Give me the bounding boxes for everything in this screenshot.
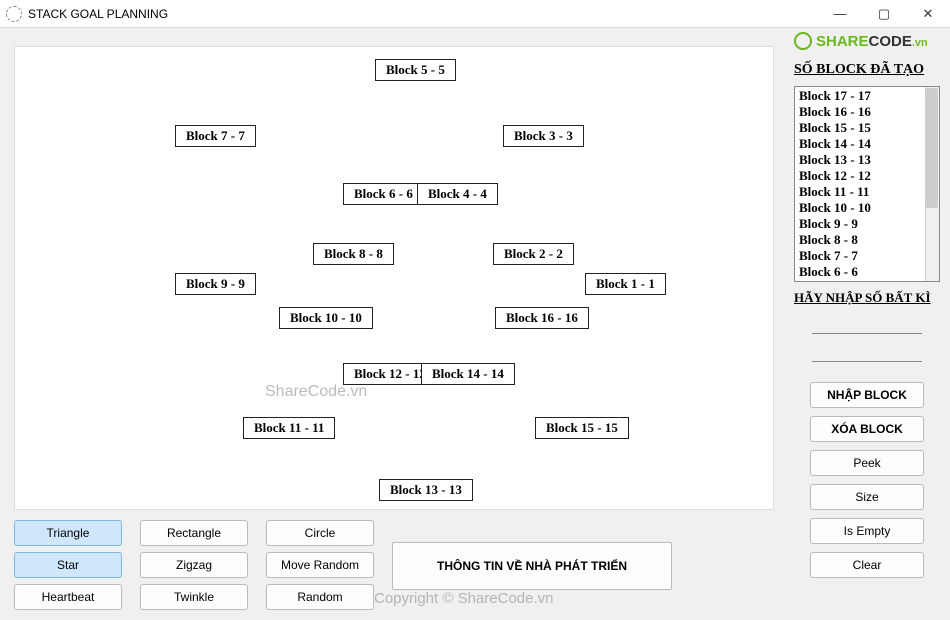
list-item[interactable]: Block 8 - 8 [799, 232, 935, 248]
block-canvas[interactable]: ShareCode.vn Block 5 - 5 Block 7 - 7 Block… [14, 46, 774, 510]
window-title: STACK GOAL PLANNING [28, 7, 168, 21]
canvas-block[interactable]: Block 1 - 1 [585, 273, 666, 295]
minimize-button[interactable]: — [818, 0, 862, 27]
circle-button[interactable]: Circle [266, 520, 374, 546]
xoa-block-button[interactable]: XÓA BLOCK [810, 416, 924, 442]
list-item[interactable]: Block 6 - 6 [799, 264, 935, 280]
list-item[interactable]: Block 12 - 12 [799, 168, 935, 184]
titlebar: STACK GOAL PLANNING — ▢ ✕ [0, 0, 950, 28]
listbox-scrollbar[interactable] [925, 87, 939, 281]
maximize-button[interactable]: ▢ [862, 0, 906, 27]
scrollbar-thumb[interactable] [926, 88, 938, 208]
canvas-block[interactable]: Block 5 - 5 [375, 59, 456, 81]
move-random-button[interactable]: Move Random [266, 552, 374, 578]
logo-icon [794, 32, 812, 50]
list-item[interactable]: Block 10 - 10 [799, 200, 935, 216]
twinkle-button[interactable]: Twinkle [140, 584, 248, 610]
canvas-block[interactable]: Block 3 - 3 [503, 125, 584, 147]
watermark-text: ShareCode.vn [265, 383, 367, 401]
canvas-block[interactable]: Block 4 - 4 [417, 183, 498, 205]
size-button[interactable]: Size [810, 484, 924, 510]
list-item[interactable]: Block 11 - 11 [799, 184, 935, 200]
list-item[interactable]: Block 7 - 7 [799, 248, 935, 264]
sharecode-logo: SHARECODE.vn [794, 32, 940, 50]
app-icon [6, 6, 22, 22]
copyright-watermark: Copyright © ShareCode.vn [374, 590, 553, 607]
star-button[interactable]: Star [14, 552, 122, 578]
canvas-block[interactable]: Block 15 - 15 [535, 417, 629, 439]
list-item[interactable]: Block 15 - 15 [799, 120, 935, 136]
rectangle-button[interactable]: Rectangle [140, 520, 248, 546]
list-item[interactable]: Block 16 - 16 [799, 104, 935, 120]
close-button[interactable]: ✕ [906, 0, 950, 27]
canvas-block[interactable]: Block 8 - 8 [313, 243, 394, 265]
number-input-1[interactable] [812, 314, 922, 334]
nhap-block-button[interactable]: NHẬP BLOCK [810, 382, 924, 408]
canvas-block[interactable]: Block 16 - 16 [495, 307, 589, 329]
canvas-block[interactable]: Block 9 - 9 [175, 273, 256, 295]
canvas-block[interactable]: Block 13 - 13 [379, 479, 473, 501]
list-item[interactable]: Block 9 - 9 [799, 216, 935, 232]
developer-info-button[interactable]: THÔNG TIN VỀ NHÀ PHÁT TRIỂN [392, 542, 672, 590]
triangle-button[interactable]: Triangle [14, 520, 122, 546]
list-item[interactable]: Block 13 - 13 [799, 152, 935, 168]
canvas-block[interactable]: Block 14 - 14 [421, 363, 515, 385]
list-item[interactable]: Block 17 - 17 [799, 88, 935, 104]
number-input-2[interactable] [812, 342, 922, 362]
is-empty-button[interactable]: Is Empty [810, 518, 924, 544]
input-title: HÃY NHẬP SỐ BẤT KÌ [794, 290, 940, 306]
created-blocks-title: SỐ BLOCK ĐÃ TẠO [794, 62, 940, 78]
canvas-block[interactable]: Block 7 - 7 [175, 125, 256, 147]
canvas-block[interactable]: Block 6 - 6 [343, 183, 424, 205]
created-blocks-listbox[interactable]: Block 17 - 17Block 16 - 16Block 15 - 15B… [794, 86, 940, 282]
clear-button[interactable]: Clear [810, 552, 924, 578]
canvas-block[interactable]: Block 10 - 10 [279, 307, 373, 329]
random-button[interactable]: Random [266, 584, 374, 610]
list-item[interactable]: Block 14 - 14 [799, 136, 935, 152]
heartbeat-button[interactable]: Heartbeat [14, 584, 122, 610]
canvas-block[interactable]: Block 2 - 2 [493, 243, 574, 265]
canvas-block[interactable]: Block 11 - 11 [243, 417, 335, 439]
peek-button[interactable]: Peek [810, 450, 924, 476]
zigzag-button[interactable]: Zigzag [140, 552, 248, 578]
